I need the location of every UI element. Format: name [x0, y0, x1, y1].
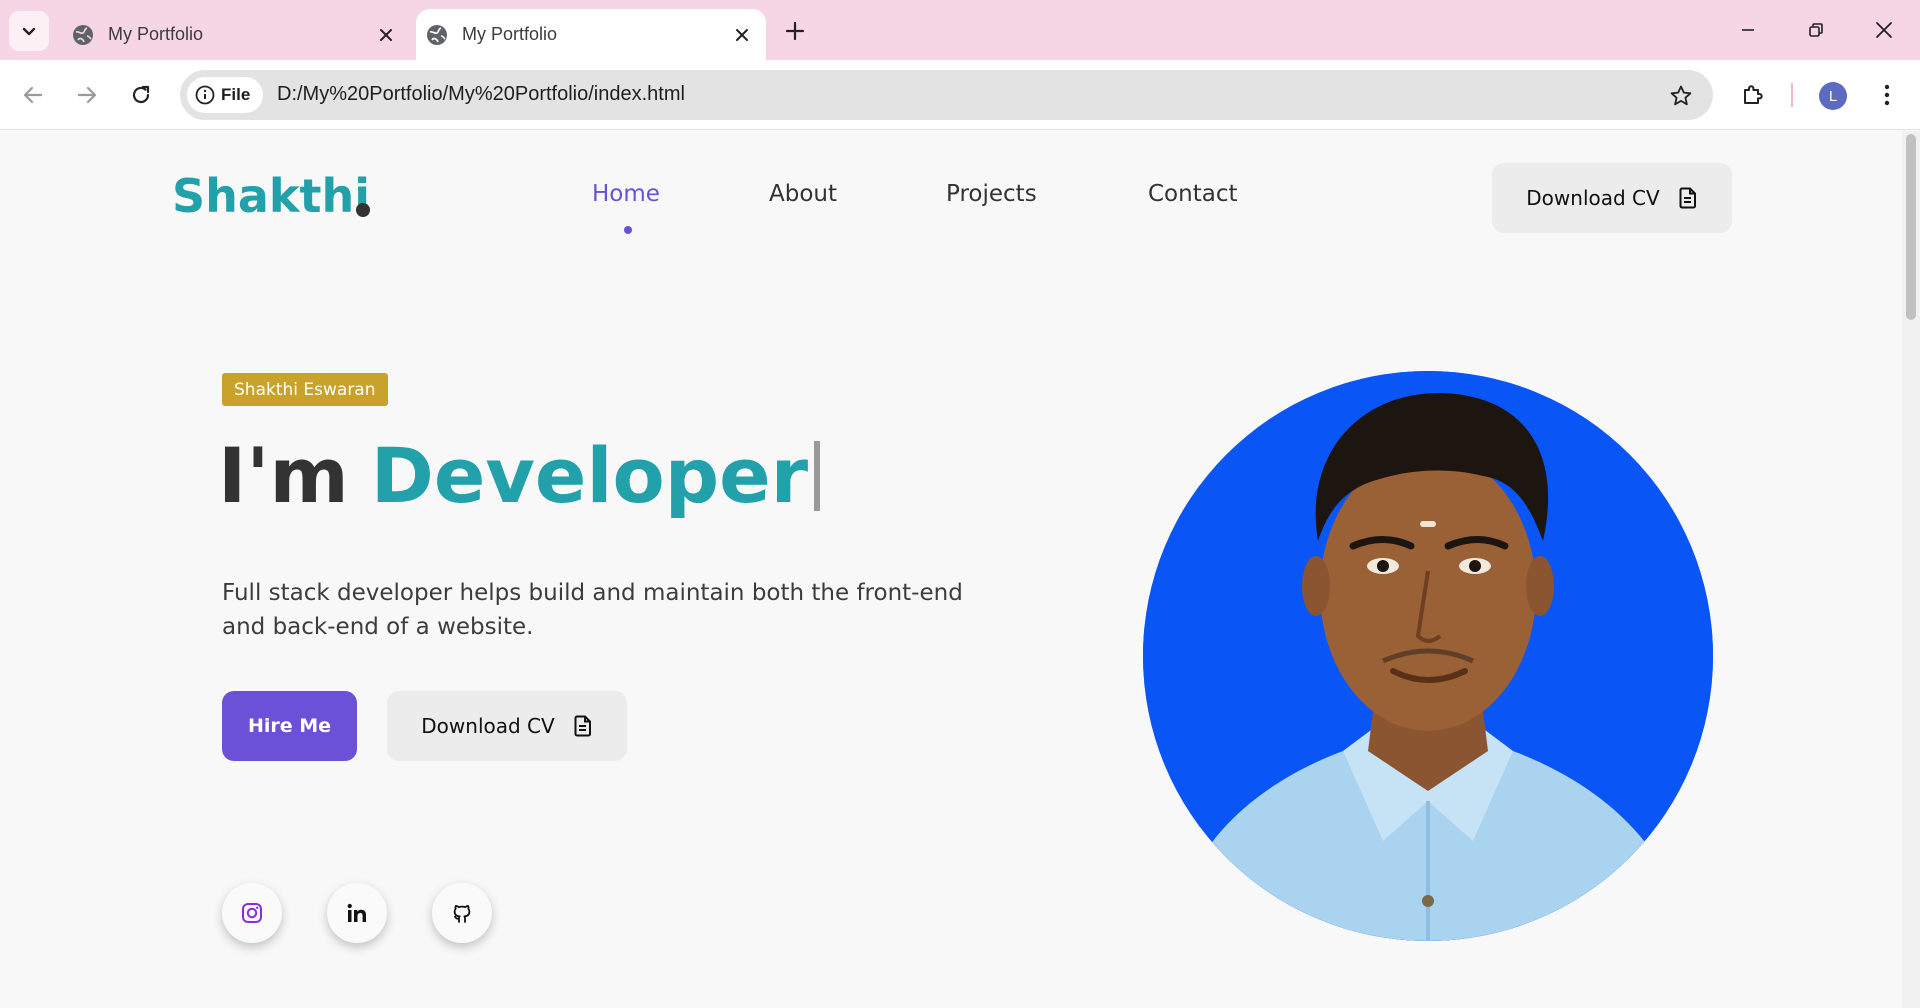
tab-active[interactable]: My Portfolio — [416, 9, 766, 60]
tab-title: My Portfolio — [108, 24, 204, 44]
minimize-button[interactable] — [1728, 12, 1768, 48]
hero-download-cv-button[interactable]: Download CV — [387, 691, 627, 761]
download-cv-label: Download CV — [1526, 186, 1660, 210]
github-link[interactable] — [432, 883, 492, 943]
site-logo[interactable]: Shakthi — [172, 169, 370, 223]
tab-strip: My Portfolio My Portfolio — [0, 0, 1920, 60]
nav-projects[interactable]: Projects — [946, 181, 1037, 207]
info-icon — [195, 85, 215, 105]
name-badge: Shakthi Eswaran — [222, 373, 388, 406]
forward-button[interactable] — [68, 76, 106, 114]
browser-toolbar: File D:/My%20Portfolio/My%20Portfolio/in… — [0, 60, 1920, 130]
document-icon — [574, 715, 591, 737]
toolbar-divider — [1791, 83, 1793, 107]
menu-button[interactable] — [1868, 76, 1906, 114]
hero-description: Full stack developer helps build and mai… — [222, 580, 963, 640]
site-info-chip[interactable]: File — [187, 77, 263, 113]
instagram-icon — [242, 903, 262, 923]
close-icon[interactable] — [372, 21, 400, 49]
bookmark-button[interactable] — [1667, 82, 1695, 110]
nav-active-indicator — [624, 226, 632, 234]
logo-dot — [356, 203, 370, 217]
plus-icon — [785, 21, 805, 41]
reload-icon — [132, 85, 150, 104]
download-cv-label: Download CV — [421, 714, 555, 738]
nav-about[interactable]: About — [769, 181, 837, 207]
arrow-left-icon — [23, 86, 43, 104]
instagram-link[interactable] — [222, 883, 282, 943]
chevron-down-icon — [22, 27, 36, 36]
headline-prefix: I'm — [218, 431, 349, 520]
linkedin-icon — [347, 903, 366, 922]
tab-title: My Portfolio — [462, 24, 558, 44]
site-chip-label: File — [221, 85, 251, 104]
hero-headline: I'm Developer — [218, 431, 821, 520]
address-bar[interactable]: File D:/My%20Portfolio/My%20Portfolio/in… — [180, 70, 1713, 120]
close-window-button[interactable] — [1864, 12, 1904, 48]
tab-inactive[interactable]: My Portfolio — [62, 9, 410, 60]
restore-button[interactable] — [1796, 12, 1836, 48]
arrow-right-icon — [77, 86, 97, 104]
more-vert-icon — [1884, 84, 1890, 106]
tab-search-button[interactable] — [9, 11, 49, 51]
extensions-button[interactable] — [1734, 76, 1772, 114]
document-icon — [1679, 187, 1696, 209]
reload-button[interactable] — [122, 76, 160, 114]
profile-photo — [1143, 371, 1713, 941]
close-icon — [1876, 22, 1892, 38]
page-viewport: Shakthi Home About Projects Contact Down… — [0, 131, 1902, 1008]
close-icon[interactable] — [728, 21, 756, 49]
star-icon — [1670, 85, 1692, 106]
scrollbar-thumb[interactable] — [1906, 134, 1916, 320]
linkedin-link[interactable] — [327, 883, 387, 943]
minimize-icon — [1742, 29, 1754, 31]
nav-contact[interactable]: Contact — [1148, 181, 1237, 207]
restore-icon — [1809, 23, 1823, 37]
headline-typed-word: Developer — [370, 431, 809, 520]
globe-icon — [72, 24, 94, 46]
header-download-cv-button[interactable]: Download CV — [1492, 163, 1732, 233]
back-button[interactable] — [14, 76, 52, 114]
puzzle-icon — [1744, 85, 1763, 104]
profile-portrait-illustration — [1143, 371, 1713, 941]
github-icon — [453, 905, 471, 923]
new-tab-button[interactable] — [780, 16, 810, 46]
profile-avatar[interactable]: L — [1819, 82, 1847, 110]
typing-caret — [814, 440, 821, 511]
page-scrollbar[interactable] — [1902, 131, 1920, 1008]
nav-home[interactable]: Home — [592, 181, 660, 207]
hire-me-button[interactable]: Hire Me — [222, 691, 357, 761]
globe-icon — [426, 24, 448, 46]
url-text[interactable]: D:/My%20Portfolio/My%20Portfolio/index.h… — [277, 83, 685, 106]
